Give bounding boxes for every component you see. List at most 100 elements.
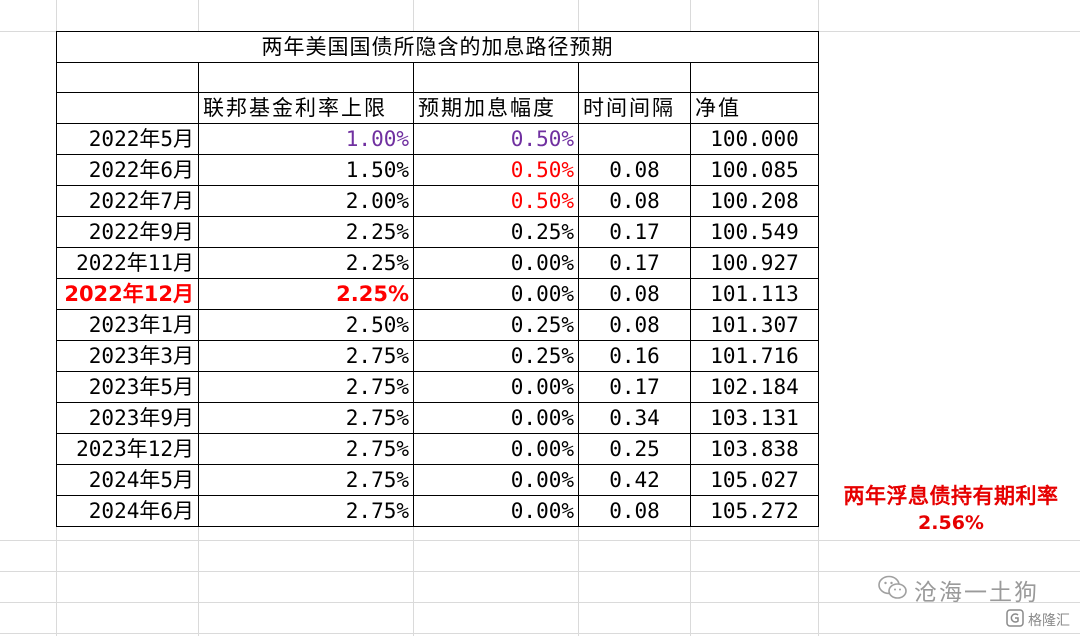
author-watermark: 沧海一土狗 bbox=[878, 573, 1039, 607]
date-cell[interactable]: 2023年9月 bbox=[56, 402, 199, 435]
rate-cap-cell[interactable]: 2.00% bbox=[198, 185, 414, 218]
rate-cap-cell[interactable]: 2.75% bbox=[198, 340, 414, 373]
table-row: 2024年5月 2.75% 0.00% 0.42 105.027 bbox=[56, 464, 819, 497]
nav-cell[interactable]: 100.549 bbox=[690, 216, 819, 249]
nav-cell[interactable]: 102.184 bbox=[690, 371, 819, 404]
header-cell-date[interactable] bbox=[56, 92, 199, 125]
rate-cap-cell[interactable]: 2.25% bbox=[198, 247, 414, 280]
header-cell-expected-hike[interactable]: 预期加息幅度 bbox=[413, 92, 579, 125]
header-row: 联邦基金利率上限 预期加息幅度 时间间隔 净值 bbox=[56, 92, 819, 125]
table-row: 2022年11月 2.25% 0.00% 0.17 100.927 bbox=[56, 247, 819, 280]
table-row: 2022年9月 2.25% 0.25% 0.17 100.549 bbox=[56, 216, 819, 249]
interval-cell[interactable]: 0.08 bbox=[578, 154, 691, 187]
interval-cell[interactable]: 0.08 bbox=[578, 309, 691, 342]
table-cell[interactable] bbox=[56, 61, 199, 94]
table-row: 2022年5月 1.00% 0.50% 100.000 bbox=[56, 123, 819, 156]
header-cell-rate-cap[interactable]: 联邦基金利率上限 bbox=[198, 92, 414, 125]
interval-cell[interactable]: 0.34 bbox=[578, 402, 691, 435]
blank-row bbox=[56, 61, 819, 94]
rate-cap-cell[interactable]: 2.75% bbox=[198, 464, 414, 497]
table-row: 2024年6月 2.75% 0.00% 0.08 105.272 bbox=[56, 495, 819, 528]
table-row: 2022年6月 1.50% 0.50% 0.08 100.085 bbox=[56, 154, 819, 187]
table-row: 2023年5月 2.75% 0.00% 0.17 102.184 bbox=[56, 371, 819, 404]
rate-cap-cell[interactable]: 1.00% bbox=[198, 123, 414, 156]
date-cell[interactable]: 2022年11月 bbox=[56, 247, 199, 280]
rate-cap-cell[interactable]: 2.75% bbox=[198, 371, 414, 404]
interval-cell[interactable]: 0.25 bbox=[578, 433, 691, 466]
date-cell[interactable]: 2023年1月 bbox=[56, 309, 199, 342]
nav-cell[interactable]: 105.027 bbox=[690, 464, 819, 497]
rate-cap-cell[interactable]: 2.75% bbox=[198, 402, 414, 435]
expected-hike-cell[interactable]: 0.50% bbox=[413, 154, 579, 187]
expected-hike-cell[interactable]: 0.25% bbox=[413, 216, 579, 249]
date-cell[interactable]: 2022年9月 bbox=[56, 216, 199, 249]
date-cell[interactable]: 2023年12月 bbox=[56, 433, 199, 466]
expected-hike-cell[interactable]: 0.00% bbox=[413, 402, 579, 435]
source-watermark: 格隆汇 bbox=[1006, 609, 1070, 631]
interval-cell[interactable]: 0.08 bbox=[578, 495, 691, 528]
nav-cell[interactable]: 103.838 bbox=[690, 433, 819, 466]
expected-hike-cell[interactable]: 0.00% bbox=[413, 247, 579, 280]
date-cell[interactable]: 2022年6月 bbox=[56, 154, 199, 187]
interval-cell[interactable]: 0.17 bbox=[578, 371, 691, 404]
date-cell[interactable]: 2022年7月 bbox=[56, 185, 199, 218]
nav-cell[interactable]: 100.085 bbox=[690, 154, 819, 187]
date-cell[interactable]: 2024年5月 bbox=[56, 464, 199, 497]
nav-cell[interactable]: 100.000 bbox=[690, 123, 819, 156]
expected-hike-cell[interactable]: 0.00% bbox=[413, 495, 579, 528]
date-cell[interactable]: 2024年6月 bbox=[56, 495, 199, 528]
nav-cell[interactable]: 100.927 bbox=[690, 247, 819, 280]
table-row: 2023年1月 2.50% 0.25% 0.08 101.307 bbox=[56, 309, 819, 342]
rate-cap-cell[interactable]: 2.75% bbox=[198, 433, 414, 466]
expected-hike-cell[interactable]: 0.00% bbox=[413, 371, 579, 404]
interval-cell[interactable] bbox=[578, 123, 691, 156]
date-cell[interactable]: 2023年3月 bbox=[56, 340, 199, 373]
table-row: 2022年12月 2.25% 0.00% 0.08 101.113 bbox=[56, 278, 819, 311]
interval-cell[interactable]: 0.42 bbox=[578, 464, 691, 497]
source-logo-icon bbox=[1006, 609, 1024, 631]
header-cell-interval[interactable]: 时间间隔 bbox=[578, 92, 691, 125]
nav-cell[interactable]: 100.208 bbox=[690, 185, 819, 218]
nav-cell[interactable]: 101.716 bbox=[690, 340, 819, 373]
holding-yield-label: 两年浮息债持有期利率 bbox=[843, 484, 1059, 508]
rate-cap-cell[interactable]: 2.25% bbox=[198, 216, 414, 249]
interval-cell[interactable]: 0.08 bbox=[578, 185, 691, 218]
holding-yield-note: 两年浮息债持有期利率 2.56% bbox=[822, 482, 1080, 536]
rate-path-table: 两年美国国债所隐含的加息路径预期 联邦基金利率上限 预期加息幅度 时间间隔 净值… bbox=[56, 31, 819, 528]
title-row: 两年美国国债所隐含的加息路径预期 bbox=[56, 31, 819, 63]
rate-cap-cell[interactable]: 1.50% bbox=[198, 154, 414, 187]
nav-cell[interactable]: 101.113 bbox=[690, 278, 819, 311]
expected-hike-cell[interactable]: 0.25% bbox=[413, 340, 579, 373]
rate-cap-cell[interactable]: 2.75% bbox=[198, 495, 414, 528]
table-body: 2022年5月 1.00% 0.50% 100.000 2022年6月 1.50% 0.50… bbox=[56, 123, 819, 528]
interval-cell[interactable]: 0.17 bbox=[578, 216, 691, 249]
table-cell[interactable] bbox=[413, 61, 579, 94]
date-cell[interactable]: 2022年12月 bbox=[56, 278, 199, 311]
table-cell[interactable] bbox=[578, 61, 691, 94]
nav-cell[interactable]: 105.272 bbox=[690, 495, 819, 528]
nav-cell[interactable]: 101.307 bbox=[690, 309, 819, 342]
date-cell[interactable]: 2023年5月 bbox=[56, 371, 199, 404]
table-row: 2023年3月 2.75% 0.25% 0.16 101.716 bbox=[56, 340, 819, 373]
interval-cell[interactable]: 0.08 bbox=[578, 278, 691, 311]
rate-cap-cell[interactable]: 2.50% bbox=[198, 309, 414, 342]
table-row: 2023年9月 2.75% 0.00% 0.34 103.131 bbox=[56, 402, 819, 435]
nav-cell[interactable]: 103.131 bbox=[690, 402, 819, 435]
table-row: 2023年12月 2.75% 0.00% 0.25 103.838 bbox=[56, 433, 819, 466]
expected-hike-cell[interactable]: 0.00% bbox=[413, 278, 579, 311]
header-cell-nav[interactable]: 净值 bbox=[690, 92, 819, 125]
expected-hike-cell[interactable]: 0.50% bbox=[413, 123, 579, 156]
interval-cell[interactable]: 0.17 bbox=[578, 247, 691, 280]
table-cell[interactable] bbox=[690, 61, 819, 94]
interval-cell[interactable]: 0.16 bbox=[578, 340, 691, 373]
rate-cap-cell[interactable]: 2.25% bbox=[198, 278, 414, 311]
expected-hike-cell[interactable]: 0.25% bbox=[413, 309, 579, 342]
holding-yield-value: 2.56% bbox=[918, 512, 984, 534]
table-cell[interactable] bbox=[198, 61, 414, 94]
date-cell[interactable]: 2022年5月 bbox=[56, 123, 199, 156]
expected-hike-cell[interactable]: 0.00% bbox=[413, 464, 579, 497]
author-name: 沧海一土狗 bbox=[914, 580, 1039, 606]
expected-hike-cell[interactable]: 0.50% bbox=[413, 185, 579, 218]
table-row: 2022年7月 2.00% 0.50% 0.08 100.208 bbox=[56, 185, 819, 218]
expected-hike-cell[interactable]: 0.00% bbox=[413, 433, 579, 466]
